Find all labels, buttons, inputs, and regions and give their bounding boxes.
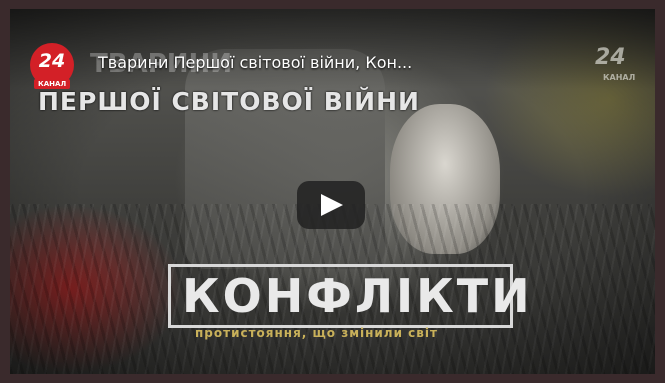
watermark-number: 24: [595, 45, 626, 70]
watermark-label: КАНАЛ: [603, 73, 636, 82]
thumbnail-subtitle: ПЕРШОЇ СВІТОВОЇ ВІЙНИ: [38, 87, 420, 116]
play-icon: [321, 194, 343, 216]
channel-logo-label: КАНАЛ: [34, 79, 71, 89]
watermark-logo: 24 КАНАЛ: [593, 43, 641, 87]
video-title-link[interactable]: Тварини Першої світової війни, Кон...: [98, 53, 412, 72]
video-frame: ТВАРИНИ ПЕРШОЇ СВІТОВОЇ ВІЙНИ 24 КАНАЛ Т…: [0, 0, 665, 383]
channel-logo-number: 24: [38, 50, 66, 72]
show-tagline: протистояння, що змінили світ: [195, 326, 438, 340]
channel-logo[interactable]: 24 КАНАЛ: [30, 43, 78, 91]
video-player[interactable]: ТВАРИНИ ПЕРШОЇ СВІТОВОЇ ВІЙНИ 24 КАНАЛ Т…: [10, 9, 655, 374]
show-title: КОНФЛІКТИ: [182, 269, 533, 323]
play-button[interactable]: [297, 181, 365, 229]
